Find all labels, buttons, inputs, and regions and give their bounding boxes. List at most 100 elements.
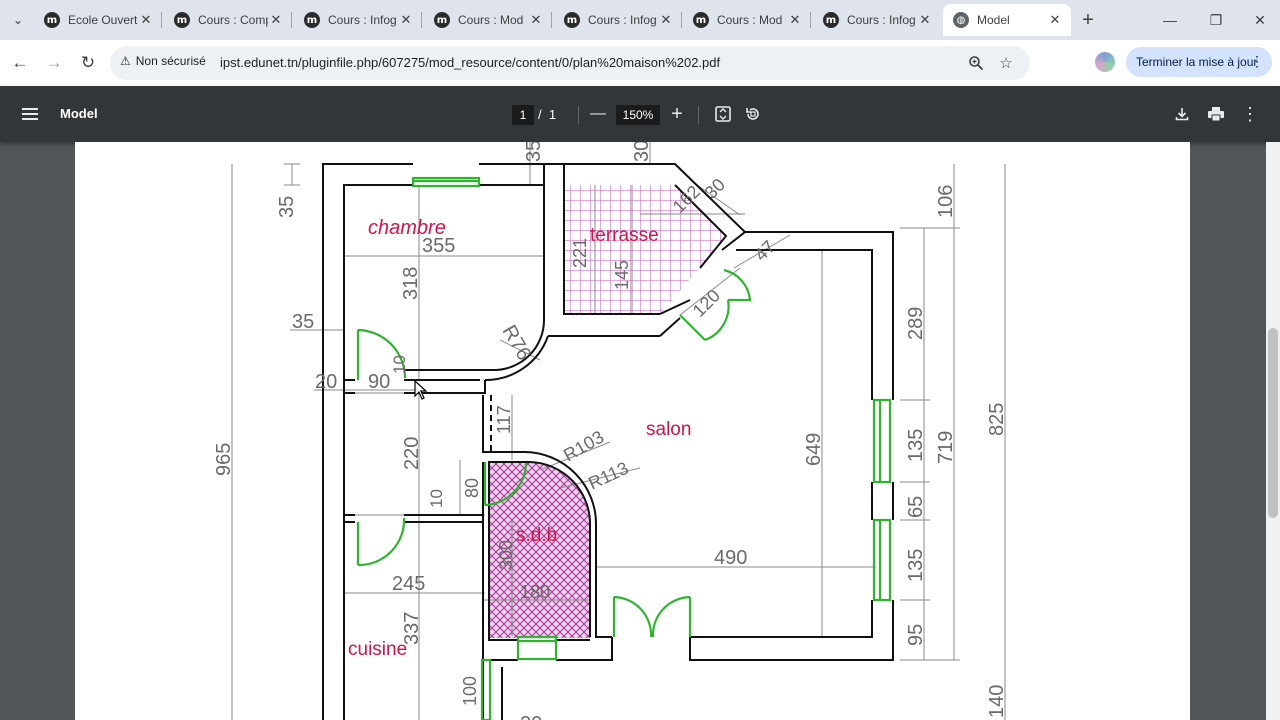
moodle-favicon-icon: m	[564, 12, 580, 28]
page-separator: /	[538, 107, 542, 122]
dim-300: 300	[496, 540, 516, 570]
zoom-icon[interactable]	[966, 53, 986, 73]
dim-221: 221	[570, 238, 590, 268]
floor-plan-drawing: chambre terrasse salon s.d.b cuisine 35 …	[213, 142, 1008, 720]
page-number-input[interactable]: 1	[512, 105, 534, 125]
pdf-title: Model	[60, 106, 98, 121]
tab-title: Cours : Mod	[458, 13, 524, 27]
dim-719: 719	[935, 431, 957, 464]
tab-title: Cours : Infog	[847, 13, 916, 27]
moodle-favicon-icon: m	[434, 12, 450, 28]
tab-separator	[421, 12, 422, 28]
forward-icon[interactable]: →	[42, 51, 66, 75]
room-label-salon: salon	[646, 419, 691, 440]
dim-649: 649	[803, 433, 825, 466]
scrollbar-thumb[interactable]	[1268, 328, 1278, 518]
print-icon[interactable]	[1204, 102, 1228, 126]
browser-tab[interactable]: m Ecole Ouverte ✕	[34, 4, 162, 36]
tab-separator	[681, 12, 682, 28]
mouse-cursor-icon	[414, 380, 428, 400]
fit-page-icon[interactable]	[711, 102, 735, 126]
pdf-page: chambre terrasse salon s.d.b cuisine 35 …	[75, 142, 1190, 720]
dim-r76: R76	[498, 322, 535, 365]
url-text[interactable]: ipst.edunet.tn/pluginfile.php/607275/mod…	[220, 55, 720, 70]
browser-tab[interactable]: m Cours : Infog ✕	[554, 4, 682, 36]
close-icon[interactable]: ✕	[658, 12, 674, 28]
dim-245: 245	[392, 573, 425, 595]
tab-separator	[161, 12, 162, 28]
room-label-cuisine: cuisine	[348, 639, 407, 660]
browser-tab[interactable]: m Cours : Comp ✕	[164, 4, 292, 36]
dim-20: 20	[315, 371, 337, 393]
minimize-icon[interactable]: —	[1150, 8, 1190, 32]
dim-140: 140	[986, 685, 1008, 718]
tab-title: Cours : Infog	[328, 13, 397, 27]
dim-825: 825	[986, 403, 1008, 436]
dim-220: 220	[401, 437, 423, 470]
tab-strip: ⌄ m Ecole Ouverte ✕ m Cours : Comp ✕ m Cours : …	[0, 0, 1280, 40]
dim-80: 80	[462, 478, 482, 498]
browser-tab[interactable]: m Cours : Infog ✕	[294, 4, 422, 36]
dim-106: 106	[935, 185, 957, 218]
bookmark-star-icon[interactable]: ☆	[996, 53, 1016, 73]
close-icon[interactable]: ✕	[1047, 12, 1063, 28]
pdf-more-icon[interactable]: ⋮	[1238, 102, 1262, 126]
more-menu-icon[interactable]: ⋮	[1250, 53, 1264, 70]
dim-355: 355	[422, 235, 455, 257]
globe-favicon-icon: ◍	[953, 12, 969, 28]
address-bar[interactable]: ⚠ Non sécurisé ipst.edunet.tn/pluginfile…	[110, 46, 1030, 80]
dim-20-bottom: 20	[520, 713, 542, 720]
page-total: / 1	[538, 107, 556, 122]
tab-title: Model	[977, 13, 1010, 27]
dim-47: 47	[751, 237, 779, 265]
dim-145: 145	[612, 260, 632, 290]
tab-separator	[810, 12, 811, 28]
room-label-terrasse: terrasse	[590, 225, 659, 246]
browser-tab[interactable]: m Cours : Infog ✕	[813, 4, 941, 36]
moodle-favicon-icon: m	[174, 12, 190, 28]
close-icon[interactable]: ✕	[528, 12, 544, 28]
window-close-icon[interactable]: ✕	[1240, 8, 1280, 32]
rotate-icon[interactable]	[741, 102, 765, 126]
moodle-favicon-icon: m	[823, 12, 839, 28]
close-icon[interactable]: ✕	[398, 12, 414, 28]
back-icon[interactable]: ←	[8, 51, 32, 75]
warning-icon: ⚠	[120, 54, 131, 68]
close-icon[interactable]: ✕	[138, 12, 154, 28]
profile-avatar-icon[interactable]	[1095, 52, 1115, 72]
dim-30-diag: 30	[701, 175, 729, 203]
sidebar-menu-icon[interactable]	[18, 102, 42, 126]
tab-search-icon[interactable]: ⌄	[6, 8, 30, 32]
dim-r103: R103	[560, 427, 607, 466]
zoom-out-icon[interactable]: —	[586, 102, 610, 126]
dim-100: 100	[460, 676, 480, 706]
dim-180: 180	[520, 582, 550, 602]
dim-318: 318	[400, 267, 422, 300]
pdf-toolbar: Model 1 / 1 — 150% + ⋮	[0, 86, 1280, 142]
close-icon[interactable]: ✕	[268, 12, 284, 28]
zoom-input[interactable]: 150%	[616, 105, 660, 125]
update-button[interactable]: Terminer la mise à jour ⋮	[1126, 47, 1272, 77]
room-label-sdb: s.d.b	[516, 525, 557, 546]
dim-95: 95	[905, 624, 927, 646]
update-button-label: Terminer la mise à jour	[1136, 55, 1258, 69]
browser-tab[interactable]: ◍ Model ✕	[943, 4, 1071, 36]
tab-title: Ecole Ouverte	[68, 13, 138, 27]
browser-tab[interactable]: m Cours : Mod ✕	[683, 4, 811, 36]
browser-tab[interactable]: m Cours : Mod ✕	[424, 4, 552, 36]
dim-90: 90	[368, 371, 390, 393]
security-chip[interactable]: ⚠ Non sécurisé	[120, 54, 206, 68]
download-icon[interactable]	[1170, 102, 1194, 126]
dim-120: 120	[689, 285, 724, 320]
dim-289: 289	[905, 307, 927, 340]
zoom-in-icon[interactable]: +	[665, 102, 689, 126]
new-tab-icon[interactable]: +	[1076, 8, 1100, 32]
reload-icon[interactable]: ↻	[76, 51, 100, 75]
restore-icon[interactable]: ❐	[1196, 8, 1236, 32]
close-icon[interactable]: ✕	[917, 12, 933, 28]
close-icon[interactable]: ✕	[787, 12, 803, 28]
tab-title: Cours : Comp	[198, 13, 268, 27]
dim-135-b: 135	[905, 549, 927, 582]
dim-490: 490	[714, 547, 747, 569]
dim-135-a: 135	[905, 429, 927, 462]
